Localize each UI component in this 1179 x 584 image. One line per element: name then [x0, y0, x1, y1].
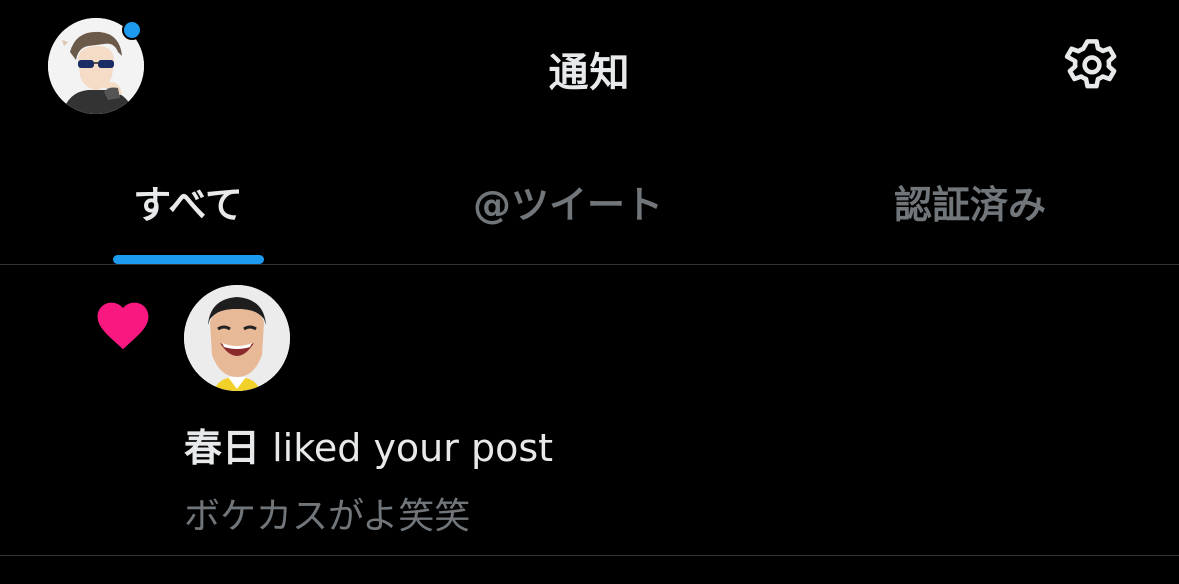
liker-avatar[interactable] — [184, 285, 290, 391]
settings-button[interactable] — [1058, 34, 1126, 102]
divider — [0, 555, 1179, 556]
liker-name[interactable]: 春日 — [184, 426, 260, 470]
gear-icon — [1064, 39, 1117, 89]
notification-action: liked your post — [260, 426, 554, 470]
page-title: 通知 — [548, 50, 631, 96]
active-tab-indicator — [113, 255, 264, 264]
header-bar: 通知 — [0, 0, 1179, 140]
liker-avatar-image — [184, 285, 290, 391]
notification-item[interactable]: 春日 liked your post ボケカスがよ笑笑 — [0, 265, 1179, 555]
tab-verified[interactable]: 認証済み — [870, 174, 1070, 229]
post-preview-text[interactable]: ボケカスがよ笑笑 — [184, 487, 470, 539]
tab-bar: すべて @ツイート 認証済み — [0, 150, 1179, 264]
heart-icon — [92, 295, 154, 351]
tab-mentions[interactable]: @ツイート — [440, 174, 696, 229]
tab-all[interactable]: すべて — [110, 174, 266, 229]
notification-text: 春日 liked your post — [184, 417, 553, 472]
unread-indicator-dot — [122, 20, 142, 40]
